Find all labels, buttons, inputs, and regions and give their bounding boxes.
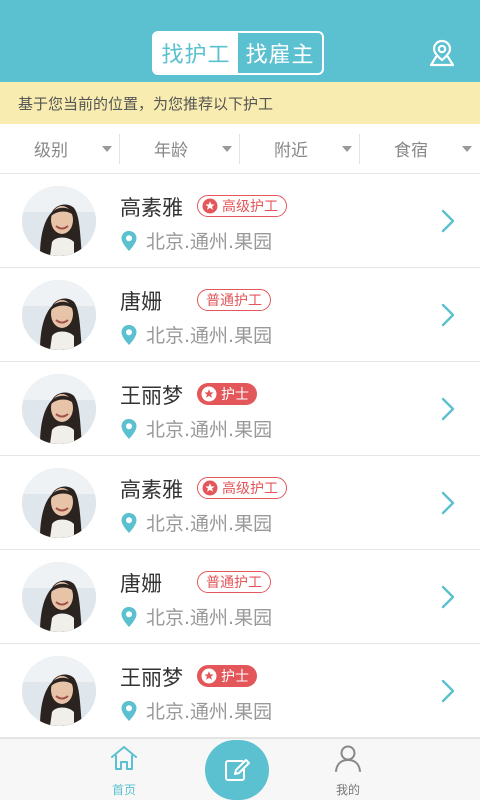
nav-home[interactable]: 首页 (84, 739, 164, 800)
caregiver-name: 高素雅 (120, 478, 183, 502)
caregiver-name: 高素雅 (120, 196, 183, 220)
chevron-right-icon (440, 678, 456, 704)
level-badge: 护士 (197, 665, 257, 687)
compose-button[interactable] (205, 740, 269, 800)
chevron-right-icon (440, 584, 456, 610)
caregiver-row[interactable]: 高素雅 高级护工 北京.通州.果园 (0, 174, 480, 268)
caregiver-location: 北京.通州.果园 (120, 227, 272, 254)
caregiver-location: 北京.通州.果园 (120, 697, 272, 724)
location-text: 北京.通州.果园 (146, 701, 273, 723)
location-text: 北京.通州.果园 (146, 607, 273, 629)
location-text: 北京.通州.果园 (146, 513, 273, 535)
caregiver-row[interactable]: 唐姗 普通护工 北京.通州.果园 (0, 550, 480, 644)
filter-label: 年龄 (154, 141, 188, 161)
caregiver-name: 唐姗 (120, 290, 162, 314)
edit-pencil-icon (225, 759, 250, 781)
recommendation-notice: 基于您当前的位置，为您推荐以下护工 (0, 82, 480, 124)
badge-label: 高级护工 (222, 481, 278, 497)
user-icon (335, 745, 361, 772)
caregiver-location: 北京.通州.果园 (120, 415, 272, 442)
caregiver-name: 唐姗 (120, 572, 162, 596)
location-pin-icon (121, 512, 137, 533)
caregiver-location: 北京.通州.果园 (120, 321, 272, 348)
caregiver-location: 北京.通州.果园 (120, 509, 272, 536)
caret-down-icon (222, 146, 232, 152)
notice-text: 基于您当前的位置，为您推荐以下护工 (18, 94, 274, 113)
filter-label: 级别 (34, 141, 68, 161)
location-button[interactable] (424, 36, 460, 70)
filter-age[interactable]: 年龄 (120, 124, 240, 173)
caregiver-row[interactable]: 高素雅 高级护工 北京.通州.果园 (0, 456, 480, 550)
filter-level[interactable]: 级别 (0, 124, 120, 173)
caret-down-icon (342, 146, 352, 152)
caregiver-list: 高素雅 高级护工 北京.通州.果园 唐姗 普通护工 北京.通州.果园 王丽梦 护士… (0, 174, 480, 738)
badge-label: 护士 (221, 669, 249, 685)
location-pin-icon (121, 230, 137, 251)
badge-label: 普通护工 (206, 293, 262, 309)
nav-me[interactable]: 我的 (308, 739, 388, 800)
caregiver-row[interactable]: 唐姗 普通护工 北京.通州.果园 (0, 268, 480, 362)
nav-me-label: 我的 (335, 783, 360, 797)
location-text: 北京.通州.果园 (146, 419, 273, 441)
chevron-right-icon (440, 396, 456, 422)
location-pin-icon (121, 324, 137, 345)
role-switch: 找护工 找雇主 (152, 31, 324, 75)
caregiver-row[interactable]: 王丽梦 护士 北京.通州.果园 (0, 362, 480, 456)
location-pin-icon (121, 700, 137, 721)
badge-label: 高级护工 (222, 199, 278, 215)
filter-bar: 级别 年龄 附近 食宿 (0, 124, 480, 174)
caregiver-location: 北京.通州.果园 (120, 603, 272, 630)
nav-home-label: 首页 (111, 783, 136, 797)
top-header: 找护工 找雇主 (0, 0, 480, 82)
level-badge: 护士 (197, 383, 257, 405)
filter-board-lodging[interactable]: 食宿 (360, 124, 480, 173)
filter-label: 食宿 (394, 141, 428, 161)
chevron-right-icon (440, 490, 456, 516)
tab-find-employer[interactable]: 找雇主 (238, 33, 322, 73)
caret-down-icon (102, 146, 112, 152)
level-badge: 高级护工 (197, 477, 287, 499)
caregiver-name: 王丽梦 (120, 384, 183, 408)
avatar (22, 186, 96, 256)
tab-find-caregiver[interactable]: 找护工 (154, 33, 238, 73)
badge-label: 护士 (221, 387, 249, 403)
location-text: 北京.通州.果园 (146, 231, 273, 253)
chevron-right-icon (440, 302, 456, 328)
avatar (22, 280, 96, 350)
avatar (22, 656, 96, 726)
avatar (22, 374, 96, 444)
filter-nearby[interactable]: 附近 (240, 124, 360, 173)
location-pin-icon (121, 606, 137, 627)
location-text: 北京.通州.果园 (146, 325, 273, 347)
badge-label: 普通护工 (206, 575, 262, 591)
avatar (22, 562, 96, 632)
caregiver-row[interactable]: 王丽梦 护士 北京.通州.果园 (0, 644, 480, 738)
caret-down-icon (462, 146, 472, 152)
map-pin-location-icon (429, 39, 455, 67)
caregiver-name: 王丽梦 (120, 666, 183, 690)
level-badge: 普通护工 (197, 571, 271, 593)
home-icon (111, 746, 137, 770)
filter-label: 附近 (274, 141, 308, 161)
avatar (22, 468, 96, 538)
level-badge: 高级护工 (197, 195, 287, 217)
chevron-right-icon (440, 208, 456, 234)
level-badge: 普通护工 (197, 289, 271, 311)
location-pin-icon (121, 418, 137, 439)
